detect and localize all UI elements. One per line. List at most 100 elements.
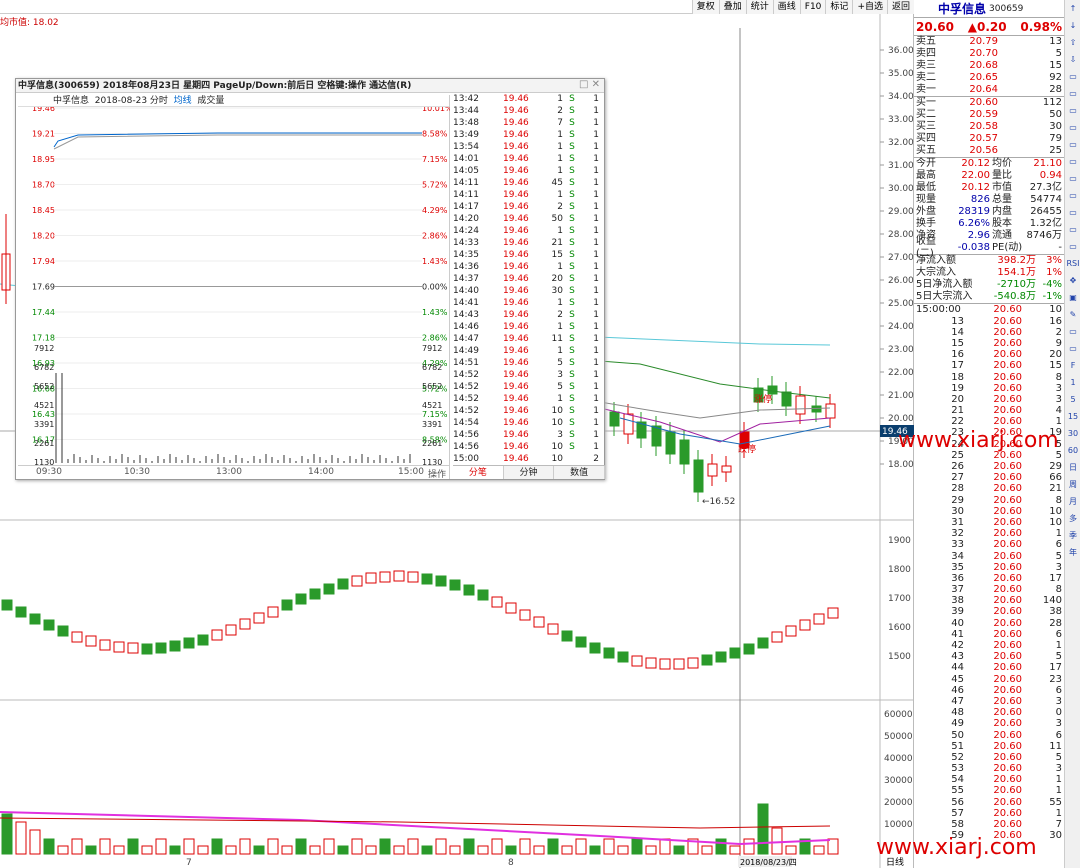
tick-volume: 20 <box>551 274 563 284</box>
side-tool-icon[interactable]: ▭ <box>1065 119 1080 136</box>
mini-price-label: 19.21 <box>32 130 55 139</box>
side-tool-icon[interactable]: ✥ <box>1065 272 1080 289</box>
side-tool-icon[interactable]: 30 <box>1065 425 1080 442</box>
kline-axis-label: 27.00 <box>888 253 914 263</box>
tick-price: 19.46 <box>503 226 529 236</box>
side-tool-icon[interactable]: F <box>1065 357 1080 374</box>
side-tool-icon[interactable]: ▭ <box>1065 170 1080 187</box>
side-tool-icon[interactable]: ↓ <box>1065 17 1080 34</box>
mini-time-label: 13:00 <box>216 467 242 477</box>
side-tool-icon[interactable]: 15 <box>1065 408 1080 425</box>
intraday-popup-window[interactable]: 中孚信息(300659) 2018年08月23日 星期四 PageUp/Down… <box>15 78 606 480</box>
side-tool-icon[interactable]: 周 <box>1065 476 1080 493</box>
tick-list[interactable]: 13:42 19.46 1 S 1 13:44 19.46 2 S 1 13:48 19.46 7 S 1 1… <box>453 93 603 467</box>
side-tool-icon[interactable]: ▭ <box>1065 340 1080 357</box>
volume-bar <box>421 845 433 855</box>
toolbar-button-1[interactable]: 叠加 <box>718 0 746 14</box>
toolbar-button-6[interactable]: +自选 <box>852 0 887 14</box>
popup-op-button[interactable]: 操作 <box>428 467 446 480</box>
tick-count: 1 <box>593 334 599 344</box>
popup-tab-0[interactable]: 分笔 <box>453 466 504 479</box>
indicator-candle <box>309 588 321 600</box>
tick-volume: 1 <box>557 394 563 404</box>
intraday-chart[interactable]: 中孚信息 2018-08-23 分时 均线 成交量 19.46 10.01% 19.… <box>18 95 450 479</box>
toolbar-button-0[interactable]: 复权 <box>691 0 719 14</box>
mini-vol-label: 2261 <box>34 439 54 448</box>
side-tool-icon[interactable]: 月 <box>1065 493 1080 510</box>
mini-time-label: 14:00 <box>308 467 334 477</box>
side-tool-icon[interactable]: 5 <box>1065 391 1080 408</box>
fund-flows: 净流入额 398.2万 3% 大宗流入 154.1万 1% 5日净流入额 -2710万 -4% 5… <box>914 254 1064 303</box>
tick-time: 14:51 <box>453 358 479 368</box>
order-row: 买二 20.59 50 <box>916 109 1062 120</box>
indicator-candle <box>197 634 209 646</box>
side-tool-icon[interactable]: ▭ <box>1065 153 1080 170</box>
indicator-candle <box>435 575 447 587</box>
tick-price: 19.46 <box>503 178 529 188</box>
side-tool-icon[interactable]: ▭ <box>1065 204 1080 221</box>
side-tool-icon[interactable]: ▣ <box>1065 289 1080 306</box>
side-tool-icon[interactable]: 年 <box>1065 544 1080 561</box>
mid-axis-label: 1900 <box>888 536 911 546</box>
tick-time: 14:37 <box>453 274 479 284</box>
kline-axis-label: 32.00 <box>888 138 914 148</box>
side-tool-icon[interactable]: 多 <box>1065 510 1080 527</box>
tick-count: 1 <box>593 250 599 260</box>
tick-row: 14:17 19.46 2 S 1 <box>453 201 603 213</box>
toolbar-button-4[interactable]: F10 <box>799 0 826 14</box>
tick-time: 14:20 <box>453 214 479 224</box>
toolbar-button-2[interactable]: 统计 <box>745 0 773 14</box>
mini-pct-label: 8.58% <box>422 130 448 139</box>
side-tool-icon[interactable]: 60 <box>1065 442 1080 459</box>
popup-tab-2[interactable]: 数值 <box>554 466 606 479</box>
side-tool-icon[interactable]: 季 <box>1065 527 1080 544</box>
tick-volume: 5 <box>557 358 563 368</box>
tick-detail-row: 36 20.60 17 <box>951 572 1062 584</box>
indicator-candle <box>491 596 503 608</box>
tick-detail-row: 45 20.60 23 <box>951 673 1062 685</box>
tick-side: S <box>569 178 575 188</box>
side-tool-icon[interactable]: 日 <box>1065 459 1080 476</box>
kline-chart-area[interactable]: 复权 叠加 统计 画线 F10 标记 +自选 返回 均市值: 18.02 36.00 35.00… <box>0 0 914 868</box>
side-tool-icon[interactable]: ▭ <box>1065 85 1080 102</box>
toolbar-button-5[interactable]: 标记 <box>825 0 853 14</box>
indicator-candle <box>155 642 167 654</box>
mini-pct-label: 2.86% <box>422 334 448 343</box>
side-tool-icon[interactable]: RSI <box>1065 255 1080 272</box>
tick-detail-row: 15 20.60 9 <box>951 337 1062 349</box>
volume-bar <box>827 838 839 855</box>
order-row: 卖三 20.68 15 <box>916 60 1062 71</box>
tick-price: 19.46 <box>503 130 529 140</box>
side-tool-icon[interactable]: ▭ <box>1065 221 1080 238</box>
side-tool-icon[interactable]: ▭ <box>1065 136 1080 153</box>
side-tool-icon[interactable]: 1 <box>1065 374 1080 391</box>
side-tool-icon[interactable]: ▭ <box>1065 238 1080 255</box>
side-tool-icon[interactable]: ▭ <box>1065 187 1080 204</box>
tick-detail-list[interactable]: 15:00:00 20.60 10 13 20.60 16 14 20.60 2 15 20.60 9… <box>914 303 1064 842</box>
side-tool-icon[interactable]: ▭ <box>1065 323 1080 340</box>
side-tool-icon[interactable]: ↑ <box>1065 0 1080 17</box>
tick-side: S <box>569 358 575 368</box>
toolbar-button-3[interactable]: 画线 <box>772 0 800 14</box>
tick-time: 13:49 <box>453 130 479 140</box>
tick-time: 14:52 <box>453 406 479 416</box>
close-icon[interactable]: ✕ <box>592 79 600 90</box>
tick-price: 19.46 <box>503 262 529 272</box>
toolbar-button-7[interactable]: 返回 <box>886 0 914 14</box>
side-tool-icon[interactable]: ▭ <box>1065 68 1080 85</box>
tick-detail-row: 38 20.60 140 <box>951 595 1062 607</box>
indicator-candle <box>169 640 181 652</box>
tick-price: 19.46 <box>503 310 529 320</box>
flow-row: 5日净流入额 -2710万 -4% <box>916 279 1062 290</box>
side-tool-icon[interactable]: ▭ <box>1065 102 1080 119</box>
side-tool-icon[interactable]: ⇩ <box>1065 51 1080 68</box>
tick-volume: 1 <box>557 154 563 164</box>
tick-row: 14:40 19.46 30 S 1 <box>453 285 603 297</box>
side-tool-icon[interactable]: ⇧ <box>1065 34 1080 51</box>
order-row: 卖五 20.79 13 <box>916 36 1062 47</box>
volume-bar <box>225 845 237 855</box>
maximize-icon[interactable]: □ <box>579 79 588 90</box>
side-tool-icon[interactable]: ✎ <box>1065 306 1080 323</box>
popup-tab-1[interactable]: 分钟 <box>504 466 555 479</box>
kline-axis-label: 18.00 <box>888 460 914 470</box>
